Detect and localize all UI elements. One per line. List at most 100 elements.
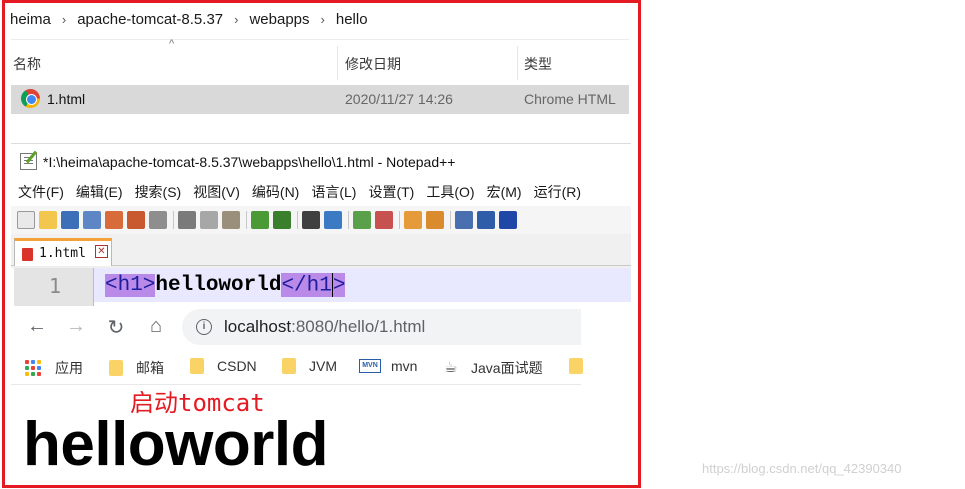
toolbar-separator bbox=[246, 211, 247, 229]
menu-view[interactable]: 视图(V) bbox=[193, 182, 240, 202]
sync-vertical-icon[interactable] bbox=[404, 211, 422, 229]
bookmark-mvn[interactable]: MVN mvn bbox=[359, 358, 417, 374]
menu-bar: 文件(F) 编辑(E) 搜索(S) 视图(V) 编码(N) 语言(L) 设置(T… bbox=[11, 178, 631, 206]
back-arrow-icon[interactable]: ← bbox=[25, 315, 49, 338]
save-all-icon[interactable] bbox=[83, 211, 101, 229]
cut-icon[interactable] bbox=[178, 211, 196, 229]
page-heading: helloworld bbox=[23, 410, 329, 479]
print-icon[interactable] bbox=[149, 211, 167, 229]
menu-search[interactable]: 搜索(S) bbox=[135, 182, 182, 202]
toolbar-separator bbox=[297, 211, 298, 229]
notepadpp-titlebar: *I:\heima\apache-tomcat-8.5.37\webapps\h… bbox=[11, 144, 631, 178]
close-icon[interactable] bbox=[105, 211, 123, 229]
column-divider[interactable] bbox=[517, 46, 518, 80]
modified-file-icon bbox=[22, 248, 33, 261]
show-symbols-icon[interactable] bbox=[477, 211, 495, 229]
close-tab-icon[interactable]: ✕ bbox=[95, 245, 108, 258]
indent-guide-icon[interactable] bbox=[499, 211, 517, 229]
browser-window: ← → ↻ ⌂ i localhost:8080/hello/1.html 应用… bbox=[11, 307, 583, 485]
toolbar-separator bbox=[399, 211, 400, 229]
copy-icon[interactable] bbox=[200, 211, 218, 229]
tab-1-html[interactable]: 1.html ✕ bbox=[14, 238, 112, 266]
menu-macro[interactable]: 宏(M) bbox=[487, 182, 522, 202]
toolbar-separator bbox=[348, 211, 349, 229]
breadcrumb-webapps[interactable]: webapps bbox=[249, 11, 309, 28]
zoom-out-icon[interactable] bbox=[375, 211, 393, 229]
menu-file[interactable]: 文件(F) bbox=[18, 182, 64, 202]
close-tag-end: > bbox=[332, 274, 346, 298]
line-number: 1 bbox=[49, 274, 62, 298]
column-type[interactable]: 类型 bbox=[524, 54, 552, 74]
red-outline-frame: heima › apache-tomcat-8.5.37 › webapps ›… bbox=[2, 0, 641, 488]
redo-icon[interactable] bbox=[273, 211, 291, 229]
undo-icon[interactable] bbox=[251, 211, 269, 229]
close-tag: </h1> bbox=[281, 272, 346, 298]
file-row[interactable]: 1.html 2020/11/27 14:26 Chrome HTML bbox=[11, 85, 629, 114]
chevron-right-icon: › bbox=[234, 11, 239, 27]
folder-icon bbox=[569, 358, 583, 374]
bookmark-label: CSDN bbox=[217, 358, 257, 374]
code-line[interactable]: <h1> helloworld </h1> bbox=[94, 268, 631, 302]
tab-bar: 1.html ✕ bbox=[11, 236, 631, 266]
save-icon[interactable] bbox=[61, 211, 79, 229]
url-path: :8080/hello/1.html bbox=[291, 317, 426, 336]
menu-settings[interactable]: 设置(T) bbox=[368, 182, 414, 202]
file-modified: 2020/11/27 14:26 bbox=[345, 91, 453, 107]
sort-ascending-icon: ^ bbox=[169, 38, 175, 50]
url-host: localhost bbox=[224, 317, 292, 336]
replace-icon[interactable] bbox=[324, 211, 342, 229]
menu-run[interactable]: 运行(R) bbox=[534, 182, 581, 202]
bookmark-overflow[interactable] bbox=[569, 358, 596, 374]
line-number-gutter: 1 bbox=[14, 268, 94, 306]
folder-icon bbox=[190, 358, 204, 374]
close-tag-start: </h1 bbox=[281, 274, 332, 298]
bookmarks-bar: 应用 邮箱 CSDN JVM MVN mvn ☕ Java面试题 bbox=[11, 349, 583, 385]
zoom-in-icon[interactable] bbox=[353, 211, 371, 229]
browser-nav-bar: ← → ↻ ⌂ i localhost:8080/hello/1.html bbox=[11, 307, 581, 347]
folder-icon bbox=[109, 360, 123, 376]
sync-horizontal-icon[interactable] bbox=[426, 211, 444, 229]
menu-encoding[interactable]: 编码(N) bbox=[252, 182, 299, 202]
apps-grid-icon bbox=[25, 360, 41, 376]
bookmark-mail[interactable]: 邮箱 bbox=[109, 358, 164, 378]
bookmark-label: JVM bbox=[309, 358, 337, 374]
breadcrumb-tomcat[interactable]: apache-tomcat-8.5.37 bbox=[77, 11, 223, 28]
toolbar bbox=[11, 206, 631, 234]
toolbar-separator bbox=[450, 211, 451, 229]
bookmark-jvm[interactable]: JVM bbox=[282, 358, 337, 374]
chrome-file-icon bbox=[21, 89, 40, 108]
bookmark-label: mvn bbox=[391, 358, 418, 374]
paste-icon[interactable] bbox=[222, 211, 240, 229]
info-icon[interactable]: i bbox=[196, 319, 212, 335]
word-wrap-icon[interactable] bbox=[455, 211, 473, 229]
bookmark-java-interview[interactable]: ☕ Java面试题 bbox=[444, 358, 543, 378]
menu-tools[interactable]: 工具(O) bbox=[426, 182, 474, 202]
breadcrumb-hello[interactable]: hello bbox=[336, 11, 368, 28]
close-all-icon[interactable] bbox=[127, 211, 145, 229]
menu-edit[interactable]: 编辑(E) bbox=[76, 182, 123, 202]
breadcrumb-heima[interactable]: heima bbox=[10, 11, 51, 28]
java-cup-icon: ☕ bbox=[444, 359, 458, 376]
address-bar[interactable]: i localhost:8080/hello/1.html bbox=[182, 309, 581, 345]
file-name: 1.html bbox=[47, 91, 86, 107]
breadcrumb: heima › apache-tomcat-8.5.37 › webapps ›… bbox=[10, 9, 368, 29]
new-file-icon[interactable] bbox=[17, 211, 35, 229]
chevron-right-icon: › bbox=[61, 11, 67, 27]
forward-arrow-icon[interactable]: → bbox=[64, 315, 88, 338]
file-type: Chrome HTML bbox=[524, 91, 616, 107]
column-modified[interactable]: 修改日期 bbox=[345, 54, 401, 74]
home-icon[interactable]: ⌂ bbox=[144, 315, 168, 338]
column-divider[interactable] bbox=[337, 46, 338, 80]
chevron-right-icon: › bbox=[320, 11, 325, 27]
menu-language[interactable]: 语言(L) bbox=[311, 182, 356, 202]
column-header-row: ^ 名称 修改日期 类型 bbox=[11, 38, 629, 83]
reload-icon[interactable]: ↻ bbox=[104, 315, 128, 340]
find-icon[interactable] bbox=[302, 211, 320, 229]
tab-label: 1.html bbox=[39, 246, 86, 261]
bookmark-apps[interactable]: 应用 bbox=[25, 358, 83, 378]
window-title: *I:\heima\apache-tomcat-8.5.37\webapps\h… bbox=[43, 154, 456, 170]
editor-area[interactable]: 1 <h1> helloworld </h1> bbox=[11, 268, 631, 306]
column-name[interactable]: 名称 bbox=[13, 54, 41, 74]
open-file-icon[interactable] bbox=[39, 211, 57, 229]
bookmark-csdn[interactable]: CSDN bbox=[190, 358, 257, 374]
